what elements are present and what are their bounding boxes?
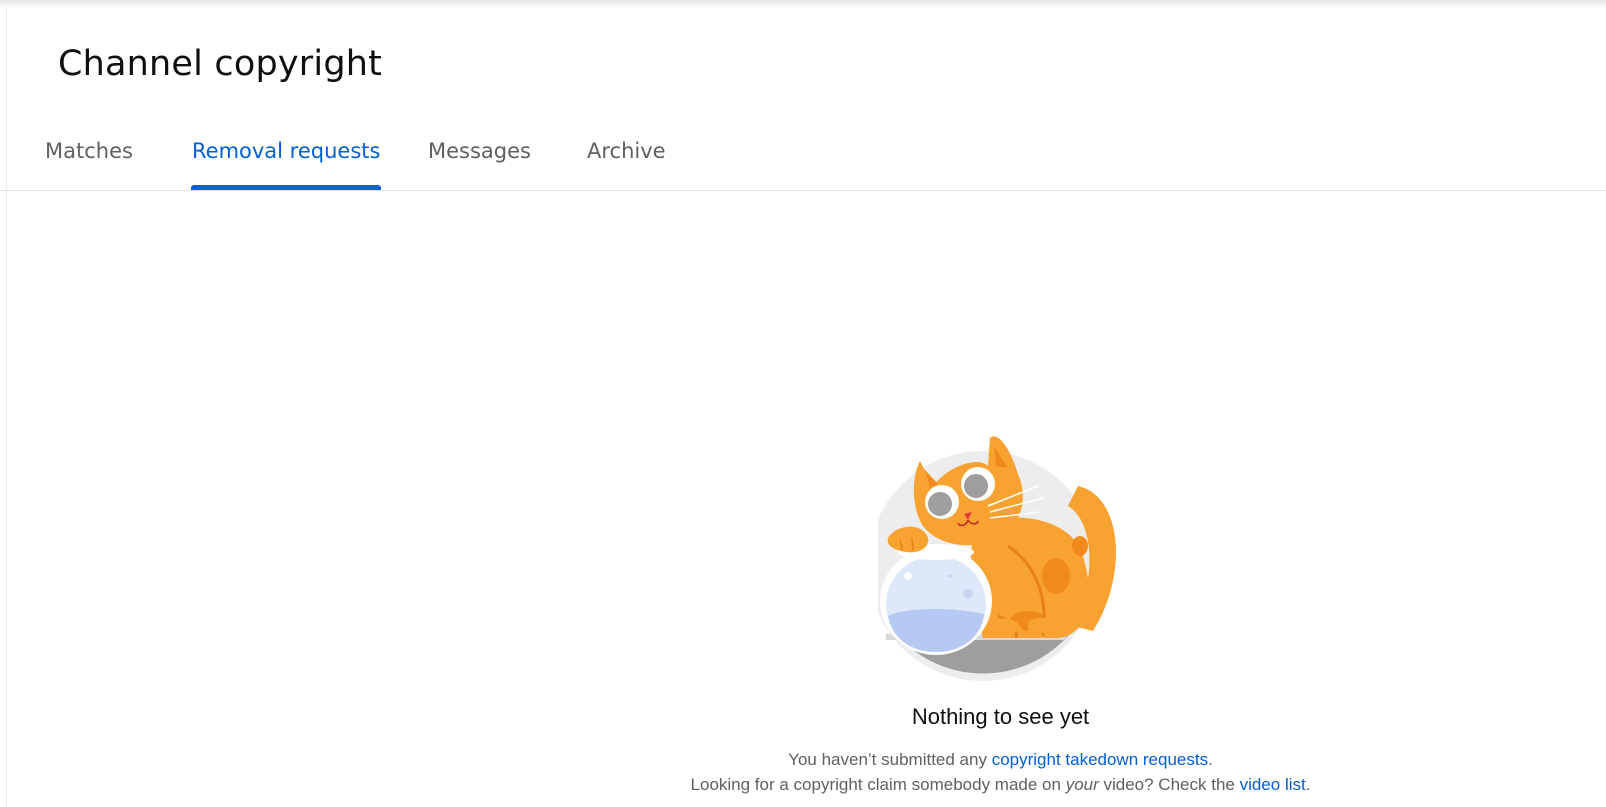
- copyright-takedown-requests-link[interactable]: copyright takedown requests: [992, 750, 1208, 769]
- empty-state-text: .: [1208, 750, 1213, 769]
- tab-messages[interactable]: Messages: [428, 128, 531, 190]
- empty-state-text: .: [1305, 775, 1311, 794]
- cat-with-fishbowl-illustration: [868, 426, 1138, 686]
- empty-state-text: video? Check the: [1098, 775, 1240, 794]
- tab-label: Removal requests: [192, 139, 381, 163]
- tab-archive[interactable]: Archive: [587, 128, 666, 190]
- empty-state-line-1: You haven’t submitted any copyright take…: [0, 750, 1606, 770]
- page-title: Channel copyright: [58, 44, 383, 84]
- empty-state-line-2: Looking for a copyright claim somebody m…: [0, 775, 1606, 795]
- tab-bar: Matches Removal requests Messages Archiv…: [0, 128, 1606, 191]
- tab-removal-requests[interactable]: Removal requests: [191, 128, 382, 190]
- top-shadow: [0, 0, 1606, 8]
- empty-state-text: Looking for a copyright claim somebody m…: [690, 775, 1066, 794]
- empty-state-text: You haven’t submitted any: [788, 750, 992, 769]
- video-list-link[interactable]: video list: [1240, 775, 1306, 794]
- empty-state-title: Nothing to see yet: [911, 704, 1090, 729]
- tab-label: Messages: [428, 139, 531, 163]
- tab-label: Archive: [587, 139, 666, 163]
- tab-matches[interactable]: Matches: [45, 128, 133, 190]
- empty-state-emphasis: your: [1065, 775, 1099, 794]
- active-tab-indicator: [191, 185, 382, 190]
- tab-label: Matches: [45, 139, 133, 163]
